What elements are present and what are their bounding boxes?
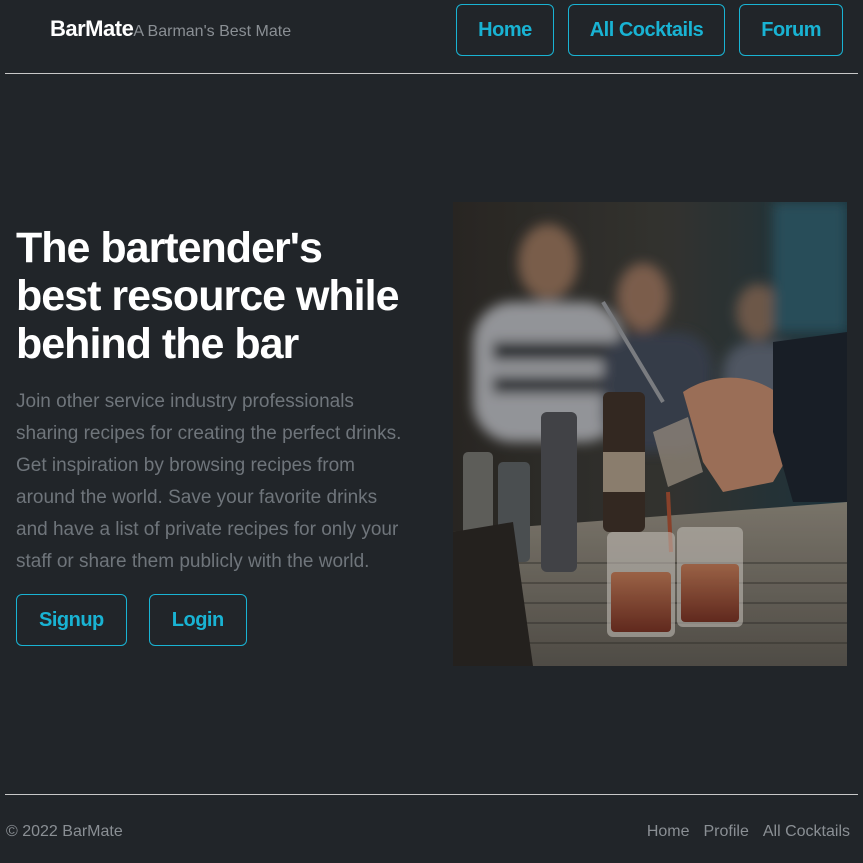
bartender-pouring-photo: [453, 202, 847, 666]
hero-title-line: behind the bar: [16, 320, 299, 368]
site-footer: © 2022 BarMate Home Profile All Cocktail…: [0, 795, 863, 863]
hero-title-line: best resource while: [16, 272, 399, 320]
main-nav: Home All Cocktails Forum: [456, 4, 843, 56]
nav-all-cocktails-button[interactable]: All Cocktails: [567, 4, 726, 56]
nav-forum-button[interactable]: Forum: [739, 4, 843, 56]
site-header: BarMate A Barman's Best Mate Home All Co…: [0, 0, 863, 74]
footer-link-profile[interactable]: Profile: [704, 823, 749, 841]
nav-home-button[interactable]: Home: [456, 4, 554, 56]
brand-tagline: A Barman's Best Mate: [133, 23, 292, 40]
hero-title: The bartender's best resource while behi…: [16, 224, 416, 368]
hero-actions: Signup Login: [16, 594, 247, 646]
copyright-text: © 2022 BarMate: [6, 823, 123, 840]
signup-button[interactable]: Signup: [16, 594, 127, 646]
brand[interactable]: BarMate A Barman's Best Mate: [50, 16, 291, 42]
login-button[interactable]: Login: [148, 594, 247, 646]
hero-text: The bartender's best resource while behi…: [16, 224, 416, 578]
brand-name[interactable]: BarMate: [50, 16, 134, 42]
footer-nav: Home Profile All Cocktails: [647, 823, 850, 841]
hero-photo-illustration: [453, 202, 847, 666]
hero-title-line: The bartender's: [16, 224, 323, 272]
footer-link-all-cocktails[interactable]: All Cocktails: [763, 823, 850, 841]
hero-lead: Join other service industry professional…: [16, 391, 402, 572]
header-divider: [5, 73, 858, 74]
footer-link-home[interactable]: Home: [647, 823, 690, 841]
